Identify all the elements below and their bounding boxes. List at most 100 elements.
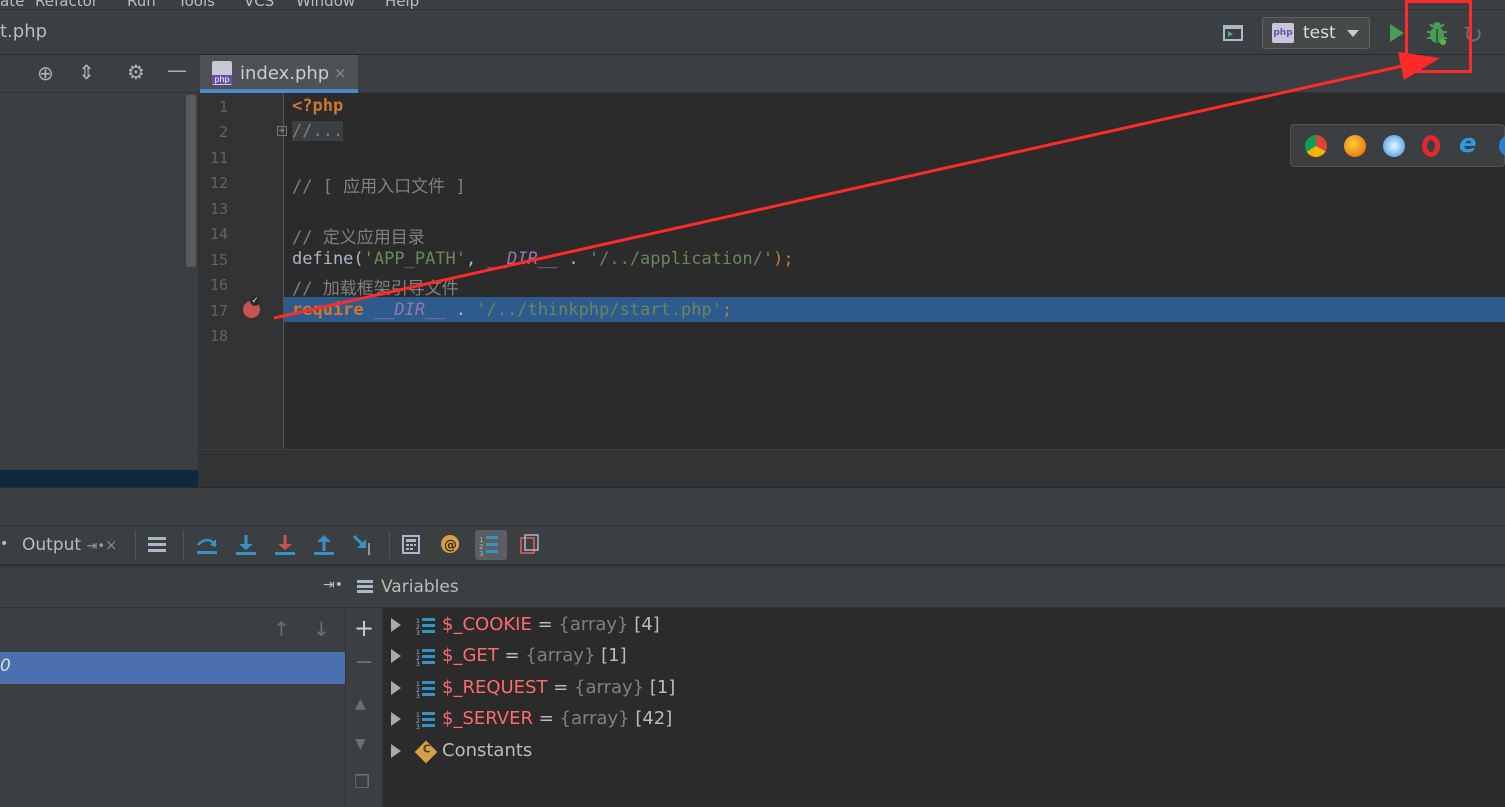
firefox-icon[interactable] — [1344, 135, 1366, 157]
debug-tool-window-header — [0, 487, 1505, 525]
line-number: 2 — [218, 123, 228, 141]
project-toolbar: ⊕ ⇕ ⚙ — — [0, 55, 198, 93]
code-line-16: // 加载框架引导文件 — [292, 279, 459, 299]
frames-header: ⇥• — [0, 566, 345, 608]
restore-layout-icon[interactable] — [518, 533, 542, 557]
step-out-icon[interactable] — [312, 533, 336, 557]
menu-item-vcs[interactable]: VCS — [244, 0, 274, 9]
code-line-1: <?php — [292, 96, 344, 116]
line-number: 1 — [218, 98, 228, 116]
svg-text:3: 3 — [479, 550, 483, 558]
terminal-icon[interactable] — [1223, 25, 1243, 41]
svg-text:3: 3 — [416, 630, 420, 637]
editor-bottom-band — [198, 449, 1505, 487]
array-icon: 123 — [416, 681, 435, 700]
menu-item-run[interactable]: Run — [127, 0, 156, 9]
console-pin-icon[interactable]: • — [0, 536, 8, 552]
browser-preview-popup: e — [1290, 124, 1505, 167]
variables-side-toolbar: + − ▲ ▼ ❐ — [345, 608, 383, 807]
svg-text:@: @ — [444, 538, 457, 553]
frames-toolbar: ↑ ↓ — [0, 608, 345, 652]
move-down-icon[interactable]: ▼ — [355, 736, 366, 752]
hide-icon[interactable]: — — [167, 58, 187, 82]
debug-toolbar — [0, 525, 1505, 565]
array-icon: 123 — [416, 618, 435, 637]
step-over-icon[interactable] — [195, 533, 219, 557]
line-number: 12 — [209, 174, 228, 192]
run-configuration-select[interactable]: php test — [1262, 17, 1370, 49]
line-number: 11 — [209, 149, 228, 167]
svg-text:3: 3 — [416, 693, 420, 700]
tab-label: index.php — [240, 63, 330, 84]
frame-list-item-selected[interactable]: 0 — [0, 652, 345, 684]
array-icon: 123 — [416, 649, 435, 668]
run-icon[interactable] — [1390, 24, 1404, 42]
gear-icon[interactable]: ⚙ — [127, 60, 145, 84]
ie-icon[interactable]: e — [1459, 129, 1481, 159]
expand-arrow-icon[interactable] — [391, 681, 401, 695]
fold-expand-icon[interactable]: + — [277, 126, 287, 136]
menu-item-refactor[interactable]: Refactor — [35, 0, 98, 9]
annotation-highlight-box — [1405, 0, 1472, 73]
safari-icon[interactable] — [1383, 135, 1405, 157]
show-execution-point-icon[interactable] — [146, 533, 170, 557]
locate-icon[interactable]: ⊕ — [37, 61, 54, 85]
breakpoint-check-icon: ✓ — [250, 296, 260, 306]
tab-output[interactable]: Output ⇥•× — [22, 535, 118, 555]
force-step-into-icon[interactable] — [273, 533, 297, 557]
code-line-17: require __DIR__ . '/../thinkphp/start.ph… — [292, 300, 733, 320]
breadcrumb[interactable]: t.php — [0, 21, 47, 42]
frames-toggle-icon[interactable]: 123 — [475, 530, 507, 560]
menu-item[interactable]: ate — [0, 0, 24, 9]
edge-icon[interactable] — [1499, 135, 1505, 157]
expand-arrow-icon[interactable] — [391, 712, 401, 726]
menu-item-tools[interactable]: Tools — [178, 0, 215, 9]
array-icon: 123 — [416, 712, 435, 731]
at-sign-icon[interactable]: @ — [439, 533, 463, 557]
menu-item-help[interactable]: Help — [385, 0, 419, 9]
variables-icon — [357, 580, 373, 593]
chrome-icon[interactable] — [1305, 135, 1327, 157]
variables-title: Variables — [381, 577, 459, 597]
code-line-14: // 定义应用目录 — [292, 228, 425, 248]
expand-arrow-icon[interactable] — [391, 649, 401, 663]
line-number: 17 — [209, 302, 228, 320]
close-icon[interactable]: × — [334, 64, 347, 82]
project-panel-footer — [0, 470, 198, 487]
tab-index-php[interactable]: php index.php × — [200, 55, 358, 93]
run-to-cursor-icon[interactable] — [351, 533, 375, 557]
scrollbar[interactable] — [186, 95, 196, 267]
line-number: 13 — [209, 200, 228, 218]
copy-icon[interactable]: ❐ — [354, 772, 370, 793]
toolbar-separator — [389, 531, 390, 559]
arrow-up-icon[interactable]: ↑ — [273, 617, 290, 641]
step-into-icon[interactable] — [234, 533, 258, 557]
svg-text:3: 3 — [416, 661, 420, 668]
code-line-2: //... — [292, 121, 344, 141]
opera-icon[interactable] — [1422, 135, 1440, 157]
expand-arrow-icon[interactable] — [391, 618, 401, 632]
pin-icon[interactable]: ⇥• — [323, 577, 343, 593]
run-configuration-label: test — [1303, 23, 1336, 43]
php-file-icon: php — [212, 61, 232, 85]
toolbar-separator — [135, 531, 136, 559]
php-icon: php — [1272, 23, 1294, 43]
code-line-15: define('APP_PATH', __DIR__ . '/../applic… — [292, 249, 794, 269]
line-number: 18 — [209, 327, 228, 345]
line-number: 16 — [209, 276, 228, 294]
expand-arrow-icon[interactable] — [391, 744, 401, 758]
line-number: 14 — [209, 225, 228, 243]
evaluate-expression-icon[interactable] — [400, 533, 424, 557]
line-number: 15 — [209, 251, 228, 269]
remove-watch-icon[interactable]: − — [355, 650, 373, 675]
menu-item-window[interactable]: Window — [296, 0, 355, 9]
menu-bar: ate Refactor Run Tools VCS Window Help — [0, 0, 1505, 10]
add-watch-icon[interactable]: + — [354, 614, 374, 642]
arrow-down-icon[interactable]: ↓ — [313, 617, 330, 641]
code-line-12: // [ 应用入口文件 ] — [292, 177, 466, 197]
editor-gutter[interactable] — [198, 93, 284, 449]
collapse-all-icon[interactable]: ⇕ — [78, 60, 95, 84]
move-up-icon[interactable]: ▲ — [355, 696, 366, 712]
project-panel — [0, 55, 198, 487]
constants-label: Constants — [442, 740, 533, 761]
